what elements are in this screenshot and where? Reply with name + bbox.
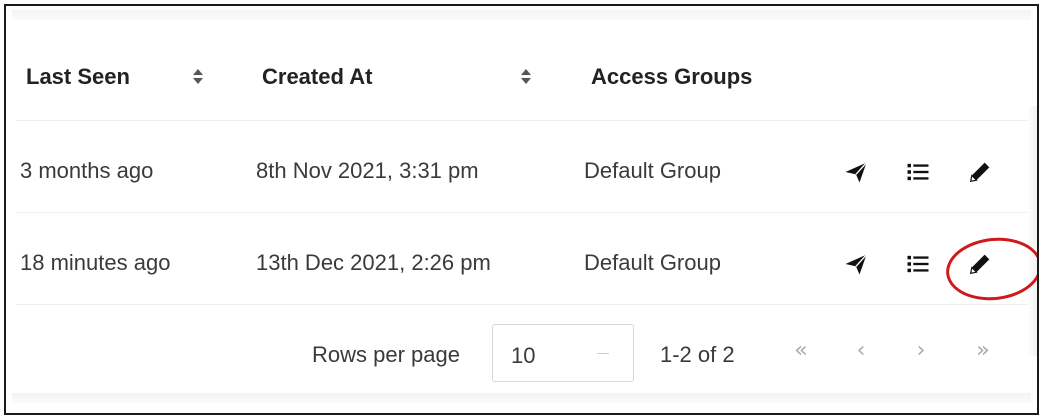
cell-created-at: 13th Dec 2021, 2:26 pm: [256, 250, 491, 275]
table-row: 18 minutes ago 13th Dec 2021, 2:26 pm De…: [6, 216, 1037, 306]
bottom-shadow: [12, 393, 1031, 403]
header-created-at[interactable]: Created At: [262, 64, 372, 90]
top-shadow: [12, 10, 1031, 20]
sort-icon[interactable]: [192, 68, 204, 86]
send-icon[interactable]: [842, 250, 870, 278]
sort-icon[interactable]: [520, 68, 532, 86]
last-page-icon[interactable]: »: [968, 336, 998, 366]
prev-page-icon[interactable]: ‹: [846, 336, 876, 366]
list-icon[interactable]: [904, 158, 932, 186]
rows-per-page-label: Rows per page: [312, 342, 460, 367]
rows-per-page-select[interactable]: 10: [492, 324, 634, 382]
table-container: Last Seen Created At Access Groups 3 mon…: [4, 4, 1039, 415]
dropdown-icon: [597, 353, 609, 354]
cell-last-seen: 3 months ago: [20, 158, 154, 183]
divider: [16, 212, 1027, 213]
pencil-icon[interactable]: [966, 158, 994, 186]
first-page-icon[interactable]: «: [786, 336, 816, 366]
table-header: Last Seen Created At Access Groups: [6, 46, 1037, 110]
cell-access-groups: Default Group: [584, 158, 721, 183]
cell-created-at: 8th Nov 2021, 3:31 pm: [256, 158, 479, 183]
table-row: 3 months ago 8th Nov 2021, 3:31 pm Defau…: [6, 124, 1037, 214]
page-range-label: 1-2 of 2: [660, 342, 735, 367]
cell-last-seen: 18 minutes ago: [20, 250, 171, 275]
header-last-seen[interactable]: Last Seen: [26, 64, 130, 90]
list-icon[interactable]: [904, 250, 932, 278]
cell-access-groups: Default Group: [584, 250, 721, 275]
rows-per-page-value: 10: [511, 343, 536, 368]
pagination: Rows per page 10 1-2 of 2 « ‹ › »: [6, 322, 1037, 384]
next-page-icon[interactable]: ›: [906, 336, 936, 366]
divider: [16, 120, 1027, 121]
divider: [16, 304, 1027, 305]
send-icon[interactable]: [842, 158, 870, 186]
header-access-groups: Access Groups: [591, 64, 753, 89]
